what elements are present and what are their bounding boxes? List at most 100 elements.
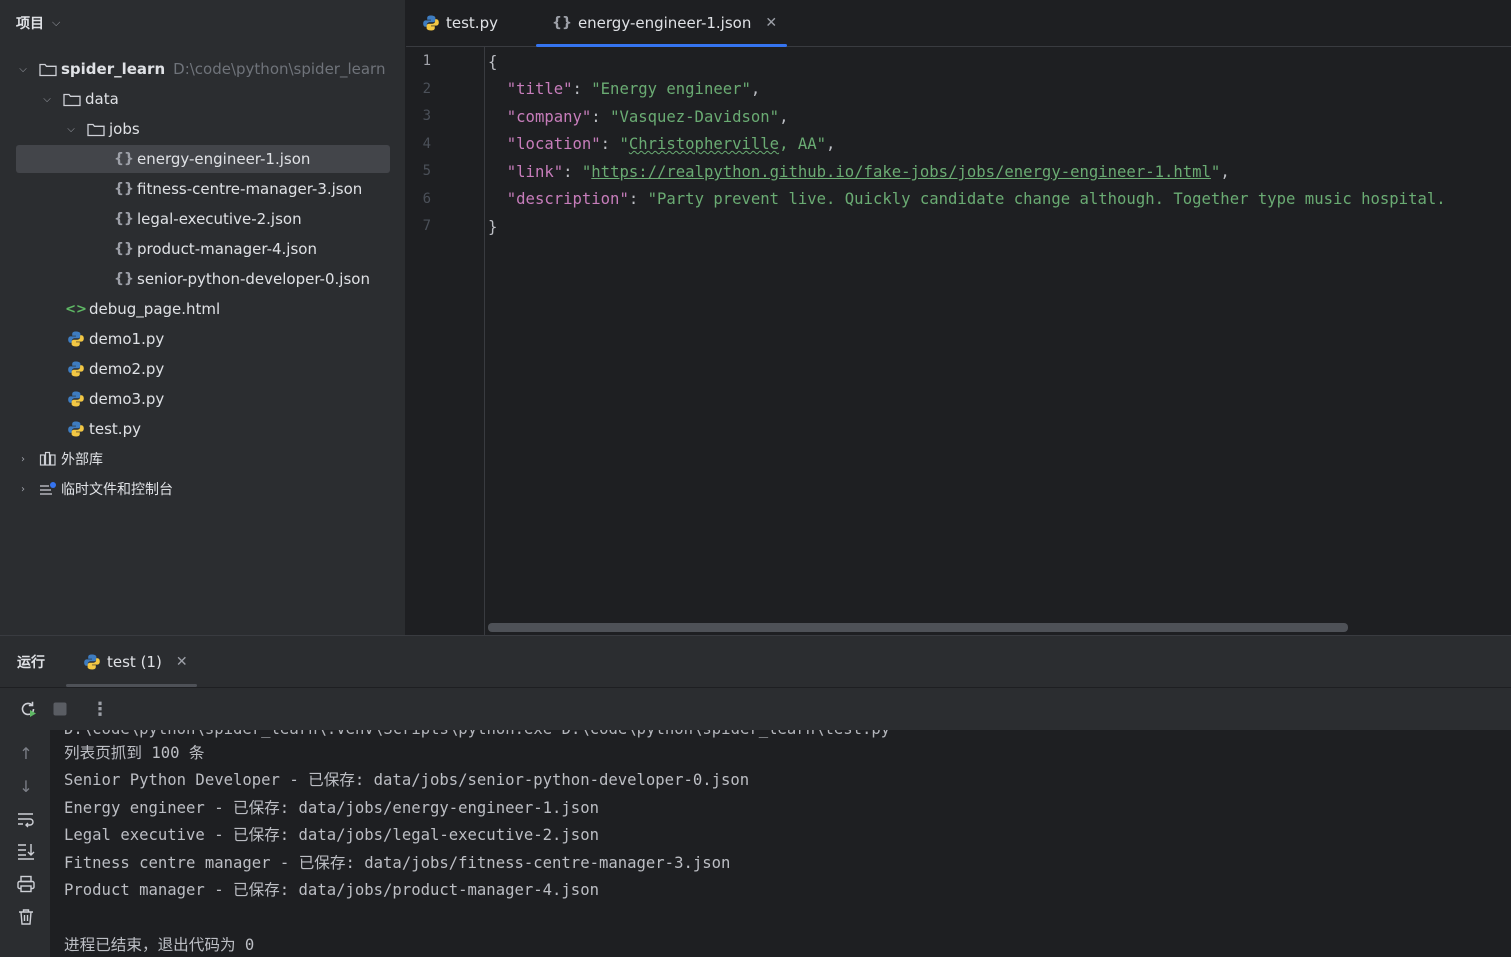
chevron-down-icon[interactable]: ⌵ [40,94,54,105]
project-title: 项目 [16,16,44,32]
line-number: 1 [422,53,431,69]
scroll-up-button[interactable]: ↑ [14,742,38,764]
chevron-right-icon[interactable]: › [16,484,30,495]
console-line: 列表页抓到 100 条 [64,744,205,762]
console-output[interactable]: D:\code\python\spider_learn\.venv\Script… [50,730,1511,957]
console-line: Legal executive - 已保存: data/jobs/legal-e… [64,826,599,844]
clear-all-button[interactable] [14,906,38,928]
tree-item-json-file[interactable]: {} energy-engineer-1.json [16,145,390,173]
tree-item-json-file[interactable]: {} senior-python-developer-0.json [16,265,390,293]
tree-item-jobs-folder[interactable]: ⌵ jobs [16,115,390,143]
tree-item-html-file[interactable]: <> debug_page.html [16,295,390,323]
json-key: "title" [506,80,573,98]
more-options-button[interactable]: ⋮ [89,698,111,720]
json-string: , AA" [779,135,827,153]
tree-item-external-libraries[interactable]: › 外部库 [16,445,390,473]
code-line: "description": "Party prevent live. Quic… [506,190,1446,208]
json-string-quote: " [581,163,592,181]
json-key: "link" [506,163,564,181]
soft-wrap-icon [18,813,34,828]
tree-item-py-file[interactable]: demo3.py [16,385,390,413]
python-icon [66,330,86,348]
line-number-gutter: 1 2 3 4 5 6 7 [406,47,485,635]
project-panel: 项目 ⌵ ⌵ spider_learn D:\code\python\spide… [0,0,406,635]
tree-item-scratches[interactable]: › 临时文件和控制台 [16,475,390,503]
console-line: Product manager - 已保存: data/jobs/product… [64,881,599,899]
json-string-quote: " [1210,163,1221,181]
line-number: 4 [422,136,431,152]
more-vertical-icon: ⋮ [91,698,109,720]
code-line: "company": "Vasquez-Davidson", [506,108,789,126]
file-name: legal-executive-2.json [137,210,302,228]
console-line: Senior Python Developer - 已保存: data/jobs… [64,771,750,789]
json-brace: { [488,53,498,71]
chevron-right-icon[interactable]: › [16,454,30,465]
scroll-down-button[interactable]: ↓ [14,775,38,797]
json-link[interactable]: https://realpython.github.io/fake-jobs/j… [591,163,1211,181]
tree-item-json-file[interactable]: {} product-manager-4.json [16,235,390,263]
tree-label: 临时文件和控制台 [61,482,173,498]
tree-item-json-file[interactable]: {} legal-executive-2.json [16,205,390,233]
tab-test-py[interactable]: test.py [422,0,498,46]
json-string: "Energy engineer" [591,80,751,98]
json-string: "Party prevent live. Quickly candidate c… [647,190,1446,208]
tree-item-root[interactable]: ⌵ spider_learn D:\code\python\spider_lea… [16,55,390,83]
python-icon [83,653,101,671]
tree-label: 外部库 [61,452,103,468]
json-brace: } [488,218,498,236]
file-name: test.py [89,420,141,438]
file-name: demo2.py [89,360,165,378]
scroll-to-end-button[interactable] [14,840,38,862]
run-tab-test[interactable]: test (1) ✕ [66,636,197,687]
file-name: fitness-centre-manager-3.json [137,180,363,198]
close-icon[interactable]: ✕ [765,15,777,31]
code-editor[interactable]: { "title": "Energy engineer", "company":… [488,47,1511,635]
json-icon: {} [114,151,134,167]
json-icon: {} [114,241,134,257]
print-button[interactable] [14,873,38,895]
html-icon: <> [65,301,87,317]
json-string-quote: " [619,135,629,153]
tree-item-py-file[interactable]: demo1.py [16,325,390,353]
python-icon [66,390,86,408]
json-icon: {} [552,15,572,31]
file-name: demo1.py [89,330,165,348]
json-string-typo: Christopherville [628,135,780,153]
json-icon: {} [114,181,134,197]
chevron-down-icon[interactable]: ⌵ [16,64,30,75]
tree-item-data-folder[interactable]: ⌵ data [16,85,390,113]
run-tab-label: test (1) [107,652,162,671]
code-line: "location": "Christopherville, AA", [506,135,836,153]
project-view-selector[interactable]: 项目 ⌵ [16,12,60,34]
rerun-icon [21,701,36,717]
scroll-to-end-icon [18,844,35,860]
console-line: Fitness centre manager - 已保存: data/jobs/… [64,854,731,872]
code-line: "link": "https://realpython.github.io/fa… [506,163,1230,181]
tab-label: energy-engineer-1.json [577,14,752,32]
console-line: Energy engineer - 已保存: data/jobs/energy-… [64,799,599,817]
tree-item-py-file[interactable]: demo2.py [16,355,390,383]
tree-item-py-file[interactable]: test.py [16,415,390,443]
json-icon: {} [114,271,134,287]
json-icon: {} [114,211,134,227]
tab-energy-engineer-json[interactable]: {} energy-engineer-1.json ✕ [536,0,787,47]
stop-icon [53,702,67,716]
soft-wrap-button[interactable] [14,808,38,830]
horizontal-scrollbar[interactable] [488,623,1348,632]
tree-item-json-file[interactable]: {} fitness-centre-manager-3.json [16,175,390,203]
chevron-down-icon: ⌵ [52,16,61,29]
python-icon [422,14,440,32]
chevron-down-icon[interactable]: ⌵ [64,124,78,135]
arrow-up-icon: ↑ [19,743,33,763]
stop-button[interactable] [49,698,71,720]
json-key: "company" [506,108,592,126]
trash-icon [19,909,33,925]
line-number: 7 [422,218,431,234]
close-icon[interactable]: ✕ [176,654,188,670]
editor-tab-bar: test.py {} energy-engineer-1.json ✕ [406,0,1511,47]
python-icon [66,420,86,438]
line-number: 3 [422,108,431,124]
root-folder-path: D:\code\python\spider_learn [173,60,386,78]
rerun-button[interactable] [17,698,39,720]
file-name: debug_page.html [89,300,221,318]
